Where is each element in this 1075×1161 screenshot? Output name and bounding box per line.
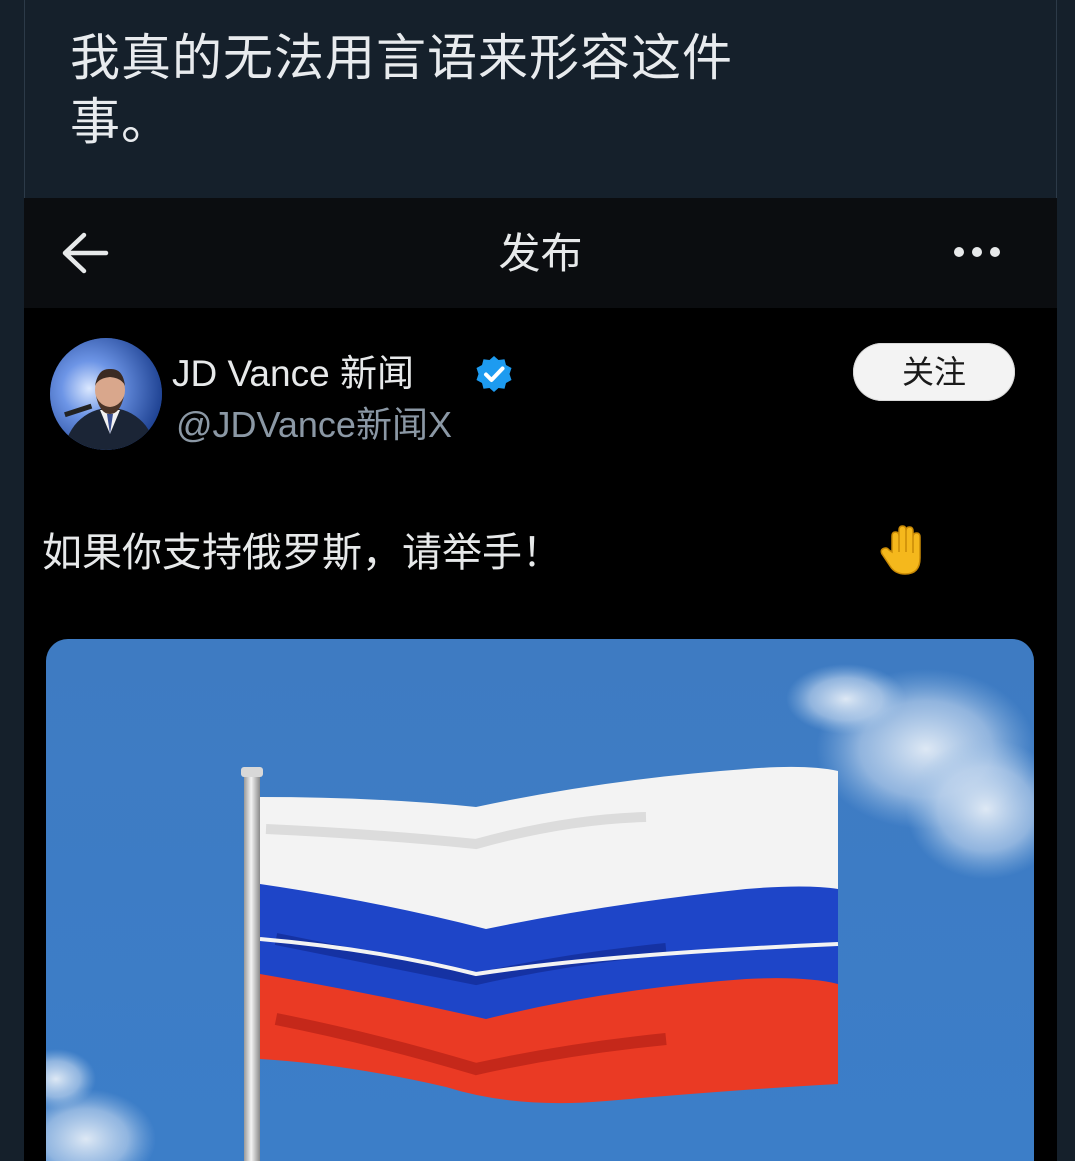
flag-photo [46, 639, 1034, 1161]
page: 我真的无法用言语来形容这件事。 发布 JD Vance 新闻 @JDVance新… [0, 0, 1075, 1161]
russian-flag-image[interactable] [46, 639, 1034, 1161]
tweet-text: 如果你支持俄罗斯，请举手！ [42, 530, 562, 576]
author-display-name[interactable]: JD Vance 新闻 [172, 350, 414, 398]
raised-hand-icon [880, 525, 921, 575]
verified-badge-icon [476, 356, 512, 392]
page-title: 发布 [498, 229, 583, 278]
more-dots-icon[interactable] [952, 240, 1002, 264]
avatar-image [50, 338, 162, 450]
follow-button[interactable]: 关注 [853, 343, 1015, 401]
outer-post-text: 我真的无法用言语来形容这件事。 [70, 29, 733, 151]
avatar[interactable] [50, 338, 162, 450]
top-bar: 发布 [24, 198, 1057, 308]
divider-right [1056, 0, 1057, 200]
divider-left [24, 0, 25, 200]
embedded-screenshot: 发布 JD Vance 新闻 @JDVance新闻X 关注 如果你支持俄罗斯，请… [24, 198, 1057, 1161]
author-handle[interactable]: @JDVance新闻X [176, 402, 452, 448]
